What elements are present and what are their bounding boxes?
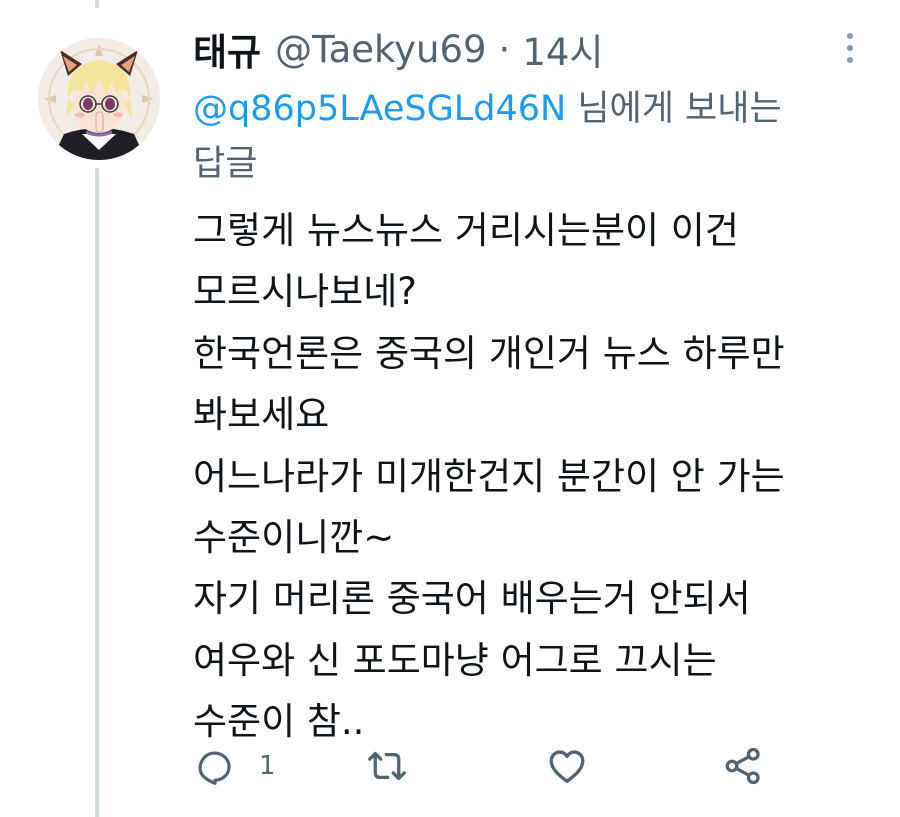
tweet-actions: 1	[193, 742, 783, 790]
more-vertical-icon	[847, 33, 853, 63]
retweet-button[interactable]	[365, 742, 409, 790]
tweet-header: 태규 @Taekyu69 · 14시	[193, 22, 603, 76]
more-options-button[interactable]	[838, 30, 862, 66]
reply-count: 1	[259, 751, 276, 781]
share-icon	[725, 747, 760, 785]
tweet-text: 그렇게 뉴스뉴스 거리시는분이 이건 모르시나보네? 한국언론은 중국의 개인거…	[193, 209, 785, 744]
reply-to-mention[interactable]: @q86p5LAeSGLd46N	[193, 89, 566, 129]
reply-bubble-icon	[198, 751, 231, 785]
author-name[interactable]: 태규	[193, 22, 261, 76]
tweet-timestamp[interactable]: 14시	[522, 22, 603, 76]
thread-line	[95, 168, 99, 817]
replying-to: @q86p5LAeSGLd46N 님에게 보내는 답글	[193, 82, 793, 192]
tweet[interactable]: 태규 @Taekyu69 · 14시 @q86p5LAeSGLd46N 님에게 …	[0, 0, 900, 817]
avatar-illustration-icon	[38, 38, 160, 160]
author-handle[interactable]: @Taekyu69	[275, 28, 486, 71]
retweet-icon	[368, 751, 406, 781]
avatar[interactable]	[38, 38, 160, 160]
heart-icon	[549, 750, 585, 784]
reply-button[interactable]: 1	[193, 742, 276, 790]
thread-line-top	[95, 0, 99, 8]
like-button[interactable]	[545, 742, 589, 790]
share-button[interactable]	[721, 742, 765, 790]
header-separator: ·	[498, 27, 511, 71]
